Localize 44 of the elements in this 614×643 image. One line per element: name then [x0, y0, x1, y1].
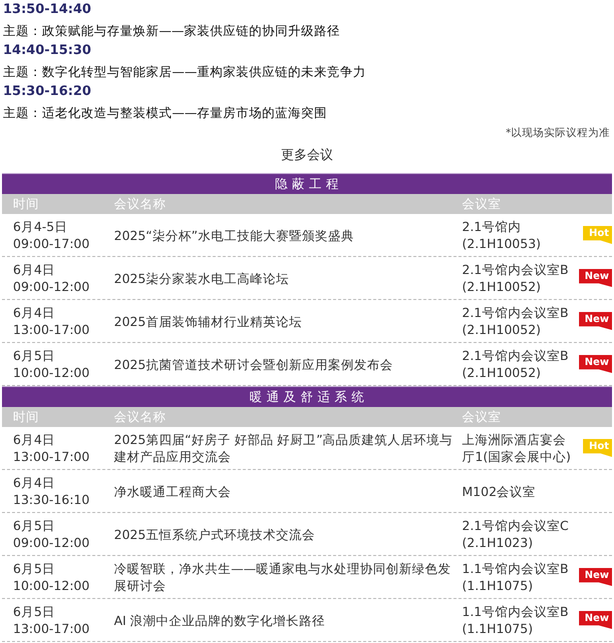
new-tag: New [578, 269, 612, 287]
room-cell-text: 2.1号馆内会议室B (2.1H10052) [461, 304, 570, 338]
topic-text: 主题：数字化转型与智能家居——重构家装供应链的未来竞争力 [3, 63, 367, 81]
section-header: 隐 蔽 工 程 [2, 173, 612, 194]
hot-tag: Hot [582, 439, 612, 457]
room-cell-text: 1.1号馆内会议室B (1.1H1075) [461, 603, 570, 637]
time-slot: 15:30-16:20 [3, 82, 611, 102]
meeting-name-cell-text: 2025第四届“好房子 好部品 好厨卫”高品质建筑人居环境与建材产品应用交流会 [113, 431, 454, 465]
room-cell-text: 2.1号馆内会议室B (2.1H10052) [461, 261, 570, 295]
disclaimer-note: *以现场实际议程为准 [504, 126, 611, 141]
date-time-cell-text: 6月5日 10:00-12:00 [12, 560, 91, 594]
topic-text: 主题：政策赋能与存量焕新——家装供应链的协同升级路径 [3, 22, 341, 40]
room-cell-text: 1.1号馆内会议室B (1.1H1075) [461, 560, 570, 594]
room-cell-text: 2.1号馆内 (2.1H10053) [461, 218, 542, 252]
room-cell-text: 2.1号馆内会议室B (2.1H10052) [461, 347, 570, 381]
time-slot: 13:50-14:40 [3, 0, 611, 20]
section-header: 暖 通 及 舒 适 系 统 [2, 386, 612, 407]
new-tag: New [578, 611, 612, 629]
time-slot: 14:40-15:30 [3, 41, 611, 61]
date-time-cell-text: 6月4日 09:00-12:00 [12, 261, 91, 295]
room-cell-text: M102会议室 [461, 482, 537, 500]
date-time-cell-text: 6月4日 13:00-17:00 [12, 431, 91, 465]
meeting-name-cell-text: 2025柒分家装水电工高峰论坛 [113, 270, 290, 286]
date-time-cell-text: 6月4-5日 09:00-17:00 [12, 218, 91, 252]
more-meetings-title: 更多会议 [280, 147, 334, 165]
date-time-cell-text: 6月5日 10:00-12:00 [12, 347, 91, 381]
room-cell-text: 2.1号馆内会议室C (2.1H1023) [461, 517, 570, 551]
room-cell-text: 上海洲际酒店宴会厅1(国家会展中心) [461, 431, 572, 465]
meeting-name-cell-text: 2025五恒系统户式环境技术交流会 [113, 526, 316, 542]
meeting-name-cell-text: 2025抗菌管道技术研讨会暨创新应用案例发布会 [113, 356, 394, 372]
date-time-cell-text: 6月4日 13:00-17:00 [12, 304, 91, 338]
new-tag: New [578, 312, 612, 330]
hot-tag: Hot [582, 226, 612, 244]
date-time-cell-text: 6月5日 13:00-17:00 [12, 603, 91, 637]
new-tag: New [578, 355, 612, 373]
meeting-name-cell-text: 2025“柒分杯”水电工技能大赛暨颁奖盛典 [113, 226, 355, 244]
date-time-cell-text: 6月4日 13:30-16:10 [12, 474, 91, 508]
topic-text: 主题：适老化改造与整装模式——存量房市场的蓝海突围 [3, 104, 328, 122]
new-tag: New [578, 568, 612, 586]
meeting-name-cell-text: 净水暖通工程商大会 [113, 482, 232, 500]
meeting-name-cell-text: AI 浪潮中企业品牌的数字化增长路径 [113, 612, 326, 628]
meeting-name-cell-text: 冷暖智联，净水共生——暖通家电与水处理协同创新绿色发展研讨会 [113, 560, 452, 594]
meeting-name-cell-text: 2025首届装饰辅材行业精英论坛 [113, 312, 303, 330]
date-time-cell-text: 6月5日 09:00-12:00 [12, 517, 91, 551]
